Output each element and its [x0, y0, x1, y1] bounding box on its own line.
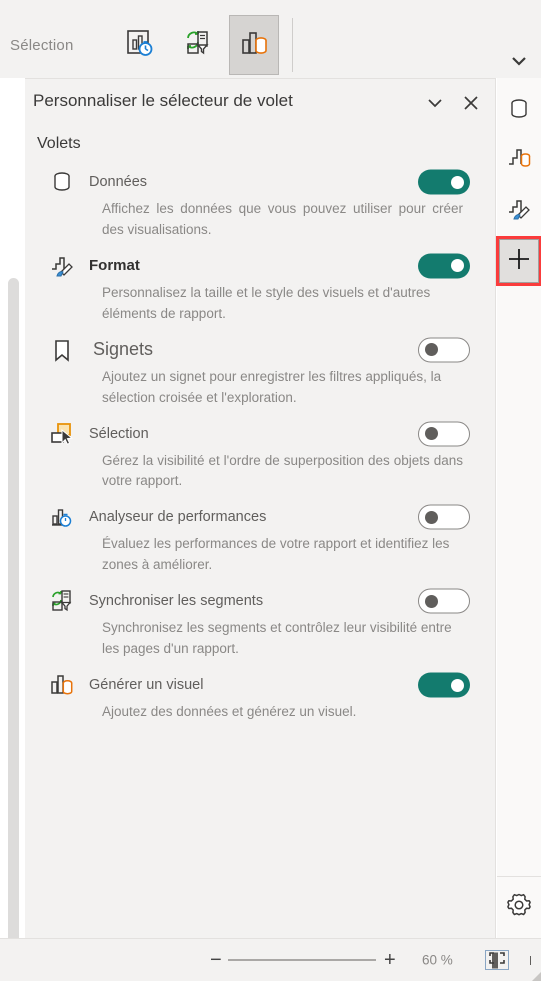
performance-analyzer-icon: [122, 26, 156, 65]
pane-label-signets: Signets: [93, 339, 154, 360]
left-scrollbar-thumb[interactable]: [8, 278, 19, 968]
toggle-knob: [451, 259, 464, 273]
zoom-out-button[interactable]: −: [210, 950, 222, 970]
toggle-knob: [425, 594, 438, 608]
customize-pane-switcher-panel: Personnaliser le sélecteur de volet Vole…: [25, 78, 496, 938]
generate-visual-icon: [237, 26, 271, 65]
toolbar-generate-visual-button[interactable]: [229, 15, 279, 75]
toolbar-separator: [292, 18, 293, 72]
sync-slicers-icon: [180, 26, 214, 65]
data-pane-icon: [506, 96, 532, 127]
panel-header-actions: [425, 93, 481, 113]
fit-to-page-icon: [488, 951, 506, 970]
pane-row-head: Synchroniser les segments: [25, 586, 495, 616]
performance-analyzer-icon: [47, 502, 77, 532]
pane-label-donnees: Données: [89, 174, 148, 190]
resize-grip-icon[interactable]: [532, 972, 541, 981]
rail-item-generate-visual[interactable]: [497, 136, 541, 186]
pane-row-donnees: Données Affichez les données que vous po…: [25, 161, 495, 245]
pane-label-format: Format: [89, 257, 140, 275]
pane-description-sync-segments: Synchronisez les segments et contrôlez l…: [102, 620, 452, 657]
pane-toggle-generer-visuel[interactable]: [418, 672, 470, 698]
pane-row-head: Données: [25, 167, 495, 197]
bookmark-icon: [47, 335, 77, 365]
toggle-knob: [451, 175, 464, 189]
section-title-volets: Volets: [37, 135, 81, 152]
pane-description-analyseur: Évaluez les performances de votre rappor…: [102, 536, 450, 573]
collapse-icon[interactable]: [425, 93, 445, 113]
pane-toggle-signets[interactable]: [418, 337, 470, 363]
toolbar-selection-label: Sélection: [10, 37, 74, 54]
panel-header: Personnaliser le sélecteur de volet: [25, 79, 495, 124]
chevron-down-icon: [510, 54, 528, 72]
toggle-knob: [425, 510, 438, 524]
zoom-slider-track[interactable]: [228, 952, 531, 968]
pane-list: Données Affichez les données que vous po…: [25, 159, 495, 727]
format-pane-icon: [505, 195, 533, 228]
generate-visual-icon: [47, 670, 77, 700]
pane-label-generer-visuel: Générer un visuel: [89, 677, 204, 694]
toggle-knob: [425, 343, 438, 357]
sync-slicers-icon: [47, 586, 77, 616]
pane-toggle-format[interactable]: [418, 253, 470, 279]
gear-icon: [505, 891, 533, 924]
generate-visual-pane-icon: [505, 145, 533, 178]
right-pane-rail: [496, 78, 541, 938]
top-toolbar: Sélection: [0, 0, 541, 78]
pane-row-generer-visuel: Générer un visuel Ajoutez des données et…: [25, 664, 495, 727]
format-paintbrush-icon: [47, 251, 77, 281]
toolbar-performance-analyzer-button[interactable]: [114, 15, 164, 75]
rail-add-pane-button[interactable]: [496, 236, 541, 286]
pane-description-format: Personnalisez la taille et le style des …: [102, 284, 431, 321]
zoom-in-button[interactable]: +: [384, 950, 396, 970]
pane-row-head: Générer un visuel: [25, 670, 495, 700]
fit-to-page-button[interactable]: [485, 950, 509, 970]
zoom-level-label: 60 %: [422, 952, 453, 968]
pane-row-head: Signets: [25, 335, 495, 365]
pane-label-analyseur: Analyseur de performances: [89, 509, 267, 526]
pane-label-selection: Sélection: [89, 425, 149, 442]
pane-row-analyseur: Analyseur de performances Évaluez les pe…: [25, 496, 495, 580]
pane-row-head: Format: [25, 251, 495, 281]
pane-toggle-donnees[interactable]: [418, 169, 470, 195]
pane-description-selection: Gérez la visibilité et l'ordre de superp…: [102, 452, 463, 489]
pane-row-format: Format Personnalisez la taille et le sty…: [25, 245, 495, 329]
pane-row-signets: Signets Ajoutez un signet pour enregistr…: [25, 329, 495, 413]
selection-cursor-icon: [47, 419, 77, 449]
pane-toggle-analyseur[interactable]: [418, 504, 470, 530]
pane-row-head: Sélection: [25, 419, 495, 449]
rail-item-data[interactable]: [497, 86, 541, 136]
close-icon[interactable]: [461, 93, 481, 113]
app-root: Sélection Personnaliser le sélecteur de …: [0, 0, 541, 981]
pane-description-donnees: Affichez les données que vous pouvez uti…: [102, 201, 463, 237]
toggle-knob: [451, 678, 464, 692]
toggle-knob: [425, 427, 438, 441]
pane-row-head: Analyseur de performances: [25, 502, 495, 532]
toolbar-collapse-chevron[interactable]: [505, 52, 533, 74]
pane-toggle-sync-segments[interactable]: [418, 588, 470, 614]
rail-item-format[interactable]: [497, 186, 541, 236]
zoom-slider-midtick: [530, 955, 531, 965]
database-icon: [47, 167, 77, 197]
toolbar-sync-slicers-button[interactable]: [172, 15, 222, 75]
pane-toggle-selection[interactable]: [418, 421, 470, 447]
rail-settings-button[interactable]: [497, 876, 541, 938]
pane-row-selection: Sélection Gérez la visibilité et l'ordre…: [25, 413, 495, 497]
left-scrollbar-track[interactable]: [0, 78, 25, 968]
plus-icon: [506, 246, 532, 277]
pane-description-signets: Ajoutez un signet pour enregistrer les f…: [102, 368, 442, 405]
status-bar: − + 60 %: [0, 938, 541, 981]
pane-row-sync-segments: Synchroniser les segments Synchronisez l…: [25, 580, 495, 664]
pane-description-generer-visuel: Ajoutez des données et générez un visuel…: [102, 704, 357, 720]
pane-label-sync-segments: Synchroniser les segments: [89, 593, 264, 610]
